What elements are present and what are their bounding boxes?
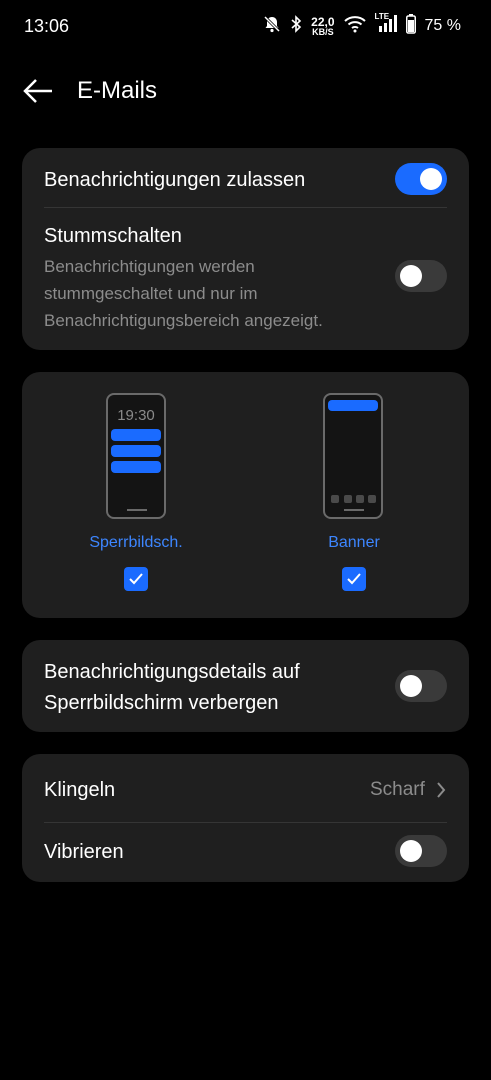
preview-app-icon bbox=[344, 495, 352, 503]
toggle-knob bbox=[400, 675, 422, 697]
vibrate-row[interactable]: Vibrieren bbox=[22, 823, 469, 882]
lockscreen-preview: 19:30 bbox=[106, 393, 166, 519]
status-time: 13:06 bbox=[24, 16, 70, 36]
preview-clock: 19:30 bbox=[117, 407, 155, 424]
ringtone-label: Klingeln bbox=[44, 779, 116, 801]
mute-label: Stummschalten bbox=[44, 225, 182, 247]
back-button[interactable] bbox=[22, 76, 54, 106]
hide-details-toggle[interactable] bbox=[395, 670, 447, 702]
preview-app-icon bbox=[356, 495, 364, 503]
sound-card: Klingeln Scharf Vibrieren bbox=[22, 754, 469, 882]
net-speed: 22,0 KB/S bbox=[311, 14, 335, 37]
lockscreen-style-checkbox[interactable] bbox=[124, 567, 148, 591]
arrow-left-icon bbox=[23, 79, 52, 103]
status-bar: 13:06 22,0 KB/S LTE 75 % bbox=[0, 0, 491, 54]
preview-notification bbox=[111, 429, 161, 441]
bell-muted-icon bbox=[263, 15, 281, 38]
preview-notification bbox=[111, 461, 161, 473]
mute-row[interactable]: Stummschalten Benachrichtigungen werden … bbox=[22, 208, 469, 350]
battery-icon bbox=[405, 13, 416, 39]
checkmark-icon bbox=[347, 573, 361, 585]
notification-styles-card: 19:30 Sperrbildsch. Banner bbox=[22, 372, 469, 618]
hide-details-label: Benachrichtigungsdetails auf Sperrbildsc… bbox=[44, 661, 300, 714]
status-icons: 22,0 KB/S LTE 75 % bbox=[263, 12, 461, 39]
signal-icon: LTE bbox=[375, 12, 397, 38]
toggle-knob bbox=[400, 265, 422, 287]
page-title: E-Mails bbox=[77, 77, 158, 104]
banner-style-label: Banner bbox=[328, 534, 380, 551]
preview-home-bar bbox=[127, 509, 147, 511]
preview-home-bar bbox=[344, 509, 364, 511]
battery-percent: 75 % bbox=[424, 17, 461, 34]
ringtone-value: Scharf bbox=[370, 779, 425, 800]
vibrate-label: Vibrieren bbox=[44, 841, 124, 863]
allow-notifications-toggle[interactable] bbox=[395, 163, 447, 195]
checkmark-icon bbox=[129, 573, 143, 585]
allow-notifications-row[interactable]: Benachrichtigungen zulassen bbox=[22, 148, 469, 208]
wifi-icon bbox=[343, 15, 366, 38]
notifications-card: Benachrichtigungen zulassen Stummschalte… bbox=[22, 148, 469, 350]
banner-preview bbox=[323, 393, 383, 519]
allow-notifications-label: Benachrichtigungen zulassen bbox=[44, 169, 306, 191]
mute-description: Benachrichtigungen werden stummgeschalte… bbox=[44, 257, 323, 330]
banner-style-checkbox[interactable] bbox=[342, 567, 366, 591]
lockscreen-details-card[interactable]: Benachrichtigungsdetails auf Sperrbildsc… bbox=[22, 640, 469, 732]
ringtone-row[interactable]: Klingeln Scharf bbox=[22, 754, 469, 822]
toggle-knob bbox=[400, 840, 422, 862]
chevron-right-icon bbox=[437, 782, 446, 798]
lockscreen-style-label: Sperrbildsch. bbox=[89, 534, 183, 551]
mute-toggle[interactable] bbox=[395, 260, 447, 292]
preview-app-icon bbox=[331, 495, 339, 503]
toggle-knob bbox=[420, 168, 442, 190]
preview-notification bbox=[111, 445, 161, 457]
bluetooth-icon bbox=[290, 14, 302, 38]
preview-banner bbox=[328, 400, 378, 411]
preview-app-icon bbox=[368, 495, 376, 503]
vibrate-toggle[interactable] bbox=[395, 835, 447, 867]
